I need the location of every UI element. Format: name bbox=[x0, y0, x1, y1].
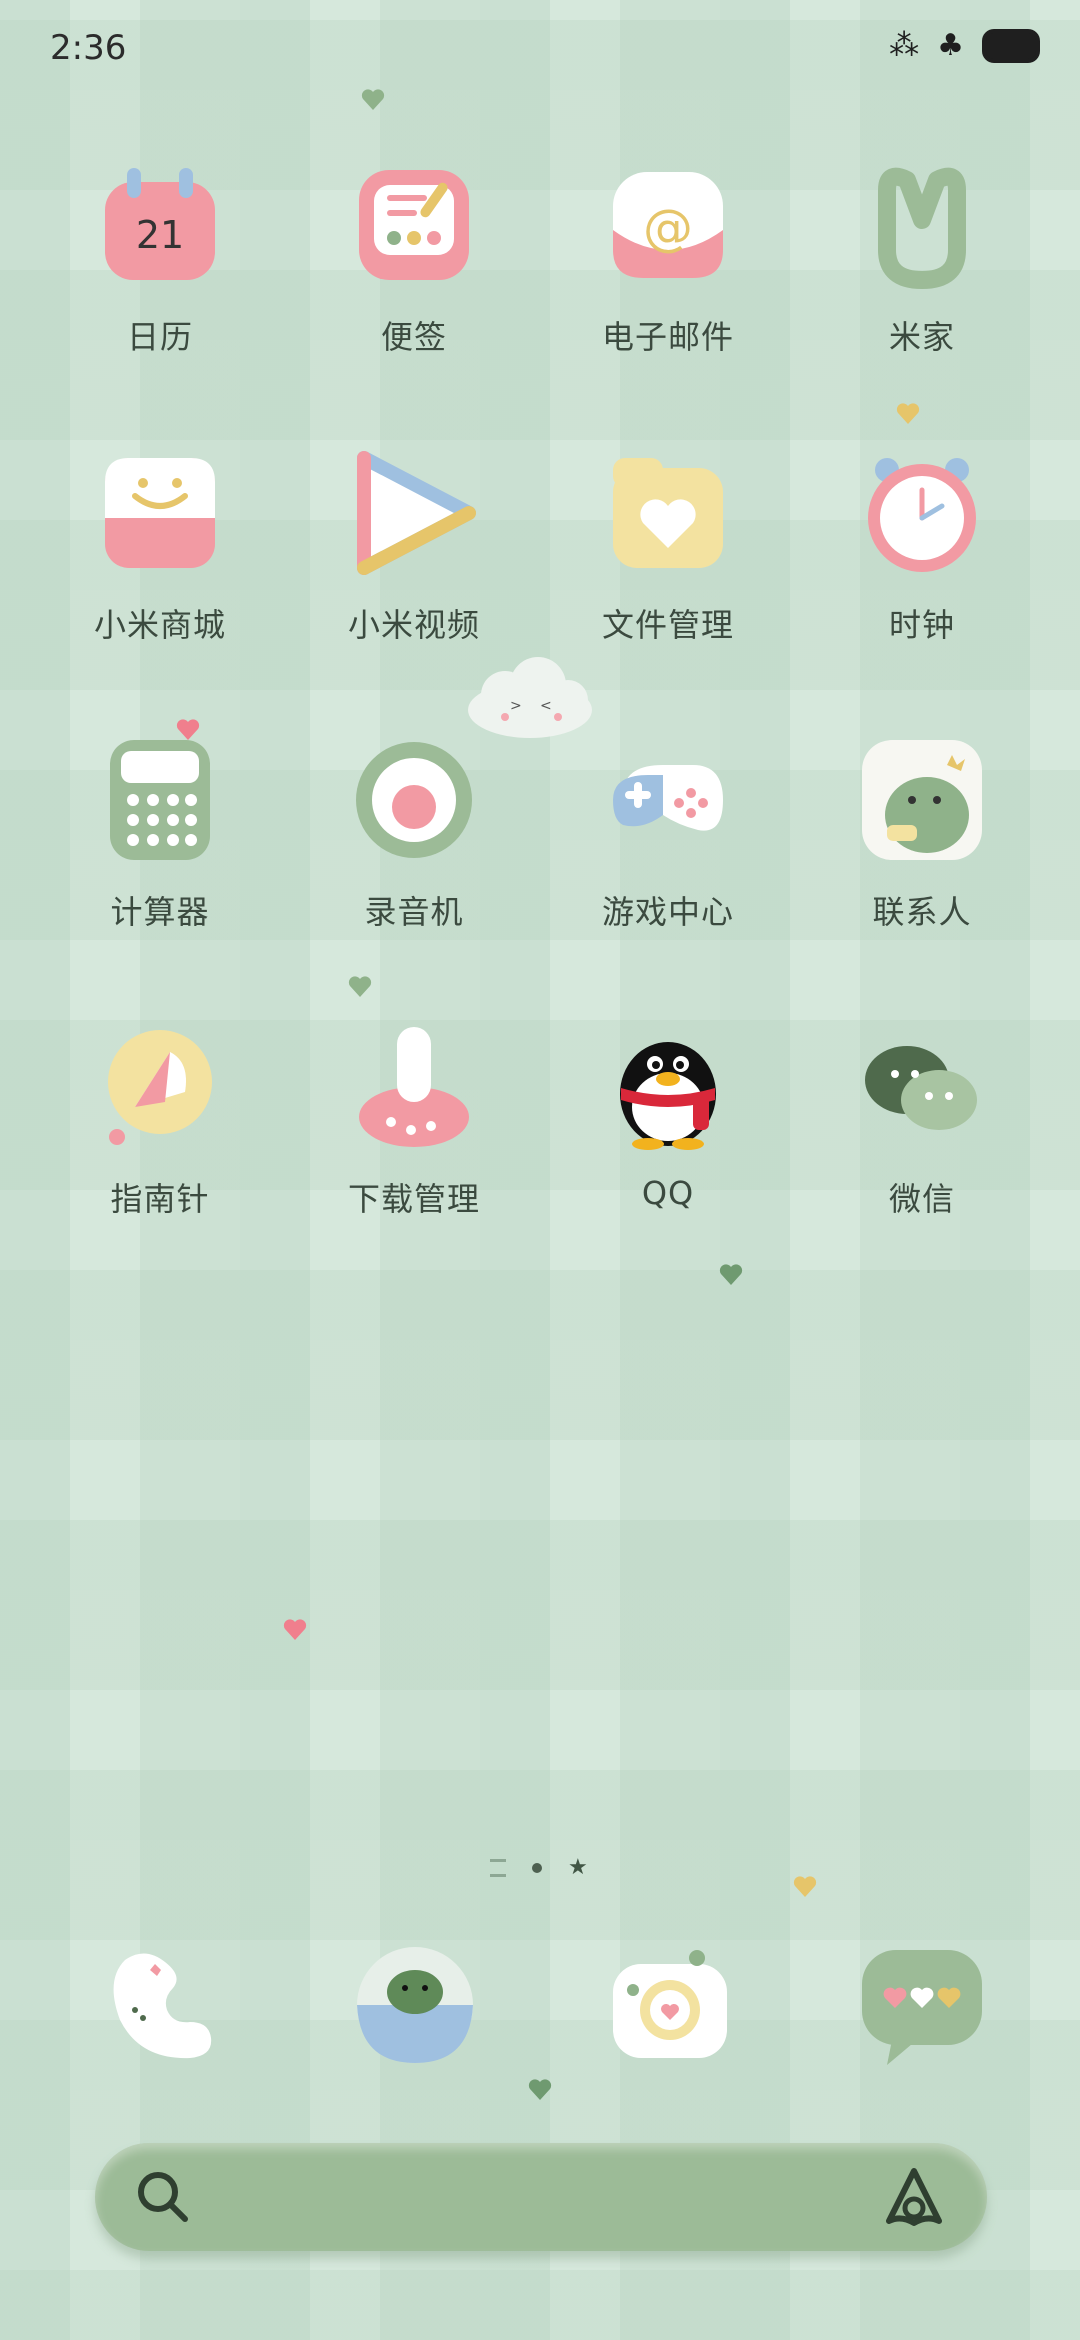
heart-decoration-icon bbox=[718, 1263, 743, 1285]
app-label: 联系人 bbox=[872, 893, 972, 931]
app-label: 计算器 bbox=[110, 893, 210, 931]
folder-icon bbox=[603, 448, 733, 578]
app-email[interactable]: @ 电子邮件 bbox=[558, 160, 778, 358]
heart-decoration-icon bbox=[527, 2078, 552, 2100]
app-label: 时钟 bbox=[888, 606, 955, 644]
app-contacts[interactable]: 联系人 bbox=[812, 735, 1032, 933]
app-label: 日历 bbox=[126, 318, 193, 356]
app-mi-video[interactable]: 小米视频 bbox=[304, 448, 524, 646]
compass-icon bbox=[95, 1022, 225, 1152]
app-mi-home[interactable]: 米家 bbox=[812, 160, 1032, 358]
search-bar[interactable] bbox=[95, 2143, 987, 2251]
status-icons: ⁂ ♣ bbox=[889, 28, 1040, 63]
app-label: 下载管理 bbox=[347, 1180, 480, 1218]
cloud-decoration-icon: > < bbox=[460, 655, 600, 745]
app-file-manager[interactable]: 文件管理 bbox=[558, 448, 778, 646]
notes-icon bbox=[349, 160, 479, 290]
app-label: 小米商城 bbox=[93, 606, 226, 644]
dock-camera[interactable] bbox=[605, 1940, 735, 2070]
app-notes[interactable]: 便签 bbox=[304, 160, 524, 358]
app-calculator[interactable]: 计算器 bbox=[50, 735, 270, 933]
app-compass[interactable]: 指南针 bbox=[50, 1022, 270, 1220]
svg-text:@: @ bbox=[643, 199, 693, 257]
phone-icon bbox=[113, 1953, 212, 2059]
app-label: QQ bbox=[641, 1174, 695, 1212]
app-downloads[interactable]: 下载管理 bbox=[304, 1022, 524, 1220]
camera-icon bbox=[613, 1950, 727, 2058]
app-qq[interactable]: QQ bbox=[558, 1022, 778, 1212]
calendar-icon: 21 bbox=[95, 160, 225, 290]
download-icon bbox=[349, 1022, 479, 1152]
heart-decoration-icon bbox=[895, 402, 920, 424]
heart-decoration-icon bbox=[347, 975, 372, 997]
dock-browser[interactable] bbox=[350, 1940, 480, 2070]
svg-text:21: 21 bbox=[136, 213, 184, 257]
page-indicator[interactable]: ★ bbox=[490, 1855, 588, 1880]
app-recorder[interactable]: 录音机 bbox=[304, 735, 524, 933]
mi-store-icon bbox=[95, 448, 225, 578]
app-label: 游戏中心 bbox=[601, 893, 734, 931]
dock-messages[interactable] bbox=[857, 1940, 987, 2070]
recorder-icon bbox=[349, 735, 479, 865]
page-dot-current-icon: ★ bbox=[568, 1855, 588, 1880]
clover-icon: ♣ bbox=[937, 28, 964, 63]
page-dot bbox=[532, 1862, 542, 1873]
heart-decoration-icon bbox=[282, 1618, 307, 1640]
svg-text:>: > bbox=[510, 698, 522, 714]
signal-icon: ⁂ bbox=[889, 28, 920, 63]
heart-decoration-icon bbox=[792, 1875, 817, 1897]
app-mi-store[interactable]: 小米商城 bbox=[50, 448, 270, 646]
dock-phone[interactable] bbox=[95, 1940, 225, 2070]
calculator-icon bbox=[95, 735, 225, 865]
app-label: 米家 bbox=[888, 318, 955, 356]
battery-icon bbox=[982, 28, 1040, 63]
app-clock[interactable]: 时钟 bbox=[812, 448, 1032, 646]
app-label: 便签 bbox=[380, 318, 447, 356]
page-indicator-menu-icon bbox=[490, 1858, 506, 1877]
email-icon: @ bbox=[603, 160, 733, 290]
app-label: 录音机 bbox=[364, 893, 464, 931]
app-label: 微信 bbox=[888, 1180, 955, 1218]
mi-video-icon bbox=[349, 448, 479, 578]
penguin-icon bbox=[603, 1022, 733, 1152]
dino-globe-icon bbox=[357, 1947, 473, 2063]
app-game-center[interactable]: 游戏中心 bbox=[558, 735, 778, 933]
svg-text:<: < bbox=[540, 698, 552, 714]
app-calendar[interactable]: 21 日历 bbox=[50, 160, 270, 358]
status-time: 2:36 bbox=[50, 28, 127, 68]
chat-bubble-icon bbox=[862, 1950, 982, 2065]
gamepad-icon bbox=[603, 735, 733, 865]
app-wechat[interactable]: 微信 bbox=[812, 1022, 1032, 1220]
search-icon[interactable] bbox=[133, 2167, 193, 2227]
status-bar: 2:36 ⁂ ♣ bbox=[0, 0, 1080, 100]
wechat-icon bbox=[857, 1022, 987, 1152]
assistant-icon[interactable] bbox=[879, 2163, 949, 2233]
heart-decoration-icon bbox=[360, 88, 385, 110]
app-label: 指南针 bbox=[110, 1180, 210, 1218]
clock-icon bbox=[857, 448, 987, 578]
dino-contacts-icon bbox=[857, 735, 987, 865]
app-label: 电子邮件 bbox=[601, 318, 734, 356]
app-label: 小米视频 bbox=[347, 606, 480, 644]
mi-home-icon bbox=[857, 160, 987, 290]
app-label: 文件管理 bbox=[601, 606, 734, 644]
